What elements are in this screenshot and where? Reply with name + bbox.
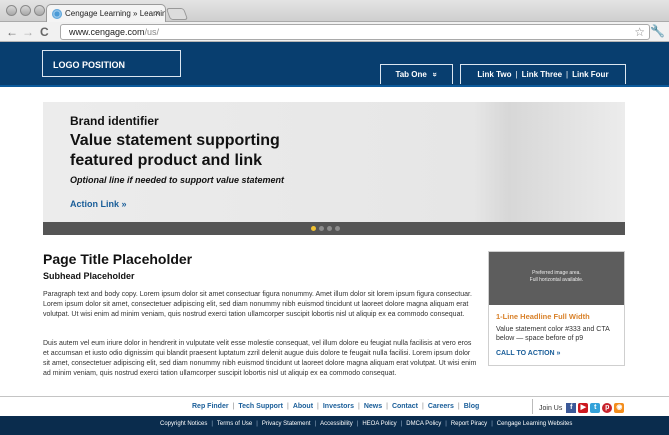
join-us: Join Us f ▶ t p ◉ xyxy=(532,399,625,414)
footer-link-news[interactable]: News xyxy=(364,403,382,410)
facebook-icon[interactable]: f xyxy=(566,403,577,413)
link-separator: | xyxy=(566,70,569,79)
legal-links: Copyright Notices | Terms of Use | Privacy S… xyxy=(160,421,573,427)
footer-nav: Rep Finder | Tech Support | About | Investors |… xyxy=(0,396,669,416)
favicon-icon xyxy=(52,9,62,19)
legal-link[interactable]: DMCA Policy xyxy=(406,421,441,427)
header-links: Link Two | Link Three | Link Four xyxy=(460,64,626,84)
url-host: www.cengage.com xyxy=(69,27,145,37)
legal-link[interactable]: HEOA Policy xyxy=(362,421,396,427)
browser-tab-strip: Cengage Learning » Learnin × xyxy=(0,0,669,22)
legal-link[interactable]: Copyright Notices xyxy=(160,421,207,427)
browser-tab[interactable]: Cengage Learning » Learnin × xyxy=(46,4,166,22)
hero-brand: Brand identifier xyxy=(70,114,159,128)
footer-link-careers[interactable]: Careers xyxy=(428,403,454,410)
footer-link-about[interactable]: About xyxy=(293,403,313,410)
link-four[interactable]: Link Four xyxy=(572,70,608,79)
link-three[interactable]: Link Three xyxy=(522,70,562,79)
chevron-down-icon: » xyxy=(430,72,440,77)
footer-link-tech-support[interactable]: Tech Support xyxy=(238,403,283,410)
browser-tab-title: Cengage Learning » Learnin xyxy=(65,9,166,18)
link-separator: | xyxy=(515,70,518,79)
promo-text: Value statement color #333 and CTA below… xyxy=(496,326,610,342)
legal-link[interactable]: Report Piracy xyxy=(451,421,487,427)
site-header: LOGO POSITION Tab One » Link Two | Link Th… xyxy=(0,42,669,87)
promo-image-text: Preferred image area. xyxy=(532,270,581,276)
promo-image-text: Full horizontal available. xyxy=(529,277,584,283)
legal-link[interactable]: Cengage Learning Websites xyxy=(497,421,573,427)
hero-value-statement: Value statement supporting featured prod… xyxy=(70,132,280,169)
logo[interactable]: LOGO POSITION xyxy=(42,50,181,77)
url-path: /us/ xyxy=(144,27,160,37)
hero-action-link[interactable]: Action Link » xyxy=(70,199,127,209)
page-title: Page Title Placeholder xyxy=(43,251,193,267)
footer-link-rep-finder[interactable]: Rep Finder xyxy=(192,403,229,410)
forward-icon[interactable]: → xyxy=(22,25,34,39)
tab-one[interactable]: Tab One » xyxy=(380,64,453,84)
legal-link[interactable]: Terms of Use xyxy=(217,421,252,427)
promo-image: Preferred image area. Full horizontal av… xyxy=(489,252,624,305)
rss-icon[interactable]: ◉ xyxy=(614,403,625,413)
hero-optional-line: Optional line if needed to support value… xyxy=(70,175,285,185)
back-icon[interactable]: ← xyxy=(6,25,18,39)
carousel-dot[interactable] xyxy=(327,226,332,231)
window-minimize-icon[interactable] xyxy=(20,5,31,16)
footer-links: Rep Finder | Tech Support | About | Investors |… xyxy=(192,403,480,410)
carousel-dot[interactable] xyxy=(319,226,324,231)
pinterest-icon[interactable]: p xyxy=(602,403,613,413)
bookmark-star-icon[interactable]: ☆ xyxy=(634,25,645,39)
browser-toolbar: ← → C www.cengage.com/us/ ☆ 🔧 xyxy=(0,22,669,42)
carousel-pager xyxy=(43,222,625,235)
window-close-icon[interactable] xyxy=(6,5,17,16)
wrench-icon[interactable]: 🔧 xyxy=(650,24,665,38)
hero-banner: Brand identifier Value statement support… xyxy=(43,102,625,222)
address-bar[interactable]: www.cengage.com/us/ ☆ xyxy=(60,24,650,40)
promo-card: Preferred image area. Full horizontal av… xyxy=(488,251,625,366)
join-us-label: Join Us xyxy=(539,404,563,412)
youtube-icon[interactable]: ▶ xyxy=(578,403,589,413)
tab-one-label: Tab One xyxy=(395,70,427,79)
body-paragraph: Paragraph text and body copy. Lorem ipsu… xyxy=(43,291,472,318)
promo-cta-link[interactable]: CALL TO ACTION » xyxy=(496,350,560,357)
carousel-dot[interactable] xyxy=(335,226,340,231)
new-tab-button[interactable] xyxy=(165,8,189,20)
subhead: Subhead Placeholder xyxy=(43,271,135,281)
footer-link-blog[interactable]: Blog xyxy=(464,403,480,410)
carousel-dot[interactable] xyxy=(311,226,316,231)
footer-link-investors[interactable]: Investors xyxy=(323,403,354,410)
tab-close-icon[interactable]: × xyxy=(155,8,160,18)
footer-link-contact[interactable]: Contact xyxy=(392,403,418,410)
legal-link[interactable]: Accessibility xyxy=(320,421,353,427)
link-two[interactable]: Link Two xyxy=(477,70,511,79)
promo-headline: 1-Line Headline Full Width xyxy=(496,312,590,321)
window-zoom-icon[interactable] xyxy=(34,5,45,16)
legal-link[interactable]: Privacy Statement xyxy=(262,421,311,427)
reload-icon[interactable]: C xyxy=(40,25,49,39)
body-paragraph: Duis autem vel eum iriure dolor in hendr… xyxy=(43,340,477,377)
twitter-icon[interactable]: t xyxy=(590,403,601,413)
legal-bar: Copyright Notices | Terms of Use | Privacy S… xyxy=(0,416,669,435)
